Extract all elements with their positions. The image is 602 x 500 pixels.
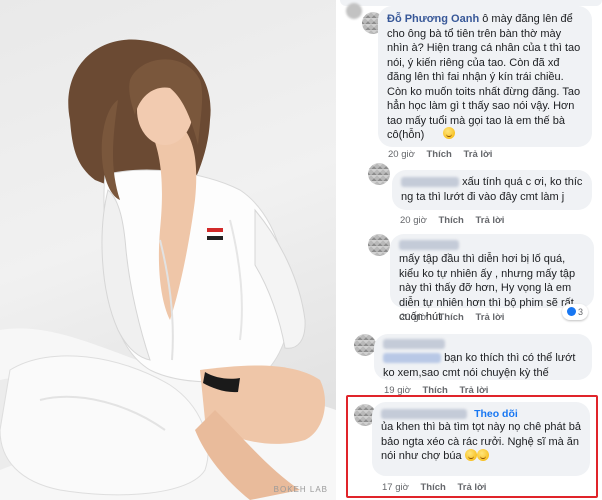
blurred-tag[interactable] — [383, 353, 441, 364]
highlight-frame — [346, 395, 598, 498]
avatar[interactable] — [354, 334, 376, 356]
blurred-author-name[interactable] — [399, 240, 459, 250]
reaction-count: 3 — [578, 307, 584, 317]
comment-text: ô mày đăng lên để cho ông bà tổ tiên trê… — [387, 13, 581, 141]
comment-bubble: bạn ko thích thì có thể lướt ko xem,sao … — [374, 334, 592, 380]
avatar — [346, 3, 362, 19]
comment-bubble: xấu tính quá c ơi, ko thíc ng ta thì lướ… — [392, 170, 592, 210]
reply-button[interactable]: Trả lời — [463, 149, 492, 160]
reaction-badge[interactable]: 3 — [562, 304, 589, 320]
laughing-emoji-icon — [443, 127, 455, 139]
comment-author[interactable]: Đỗ Phương Oanh — [387, 13, 479, 25]
comment-time: 20 giờ — [388, 149, 415, 160]
avatar[interactable] — [368, 163, 390, 185]
comment-time: 20 giờ — [400, 312, 427, 323]
photo-watermark: BOKEH LAB — [273, 485, 328, 494]
comment-actions: 20 giờ Thích Trả lời — [388, 149, 501, 160]
photo-panel: BOKEH LAB — [0, 0, 336, 500]
like-reaction-icon — [567, 307, 576, 316]
like-button[interactable]: Thích — [438, 215, 463, 226]
avatar[interactable] — [368, 234, 390, 256]
comment-actions: 20 giờ Thích Trả lời — [400, 312, 513, 323]
comment-actions: 20 giờ Thích Trả lời — [400, 215, 513, 226]
blurred-author-name[interactable] — [401, 177, 459, 188]
comment-bubble: mấy tập đầu thì diễn hơi bị lố quá, kiểu… — [390, 234, 594, 323]
like-button[interactable]: Thích — [426, 149, 451, 160]
comment-bubble: Đỗ Phương Oanh ô mày đăng lên để cho ông… — [378, 6, 592, 147]
model-photo — [0, 39, 336, 500]
like-button[interactable]: Thích — [438, 312, 463, 323]
reply-button[interactable]: Trả lời — [475, 312, 504, 323]
comment-time: 20 giờ — [400, 215, 427, 226]
blurred-author-name[interactable] — [383, 339, 445, 349]
reply-button[interactable]: Trả lời — [475, 215, 504, 226]
